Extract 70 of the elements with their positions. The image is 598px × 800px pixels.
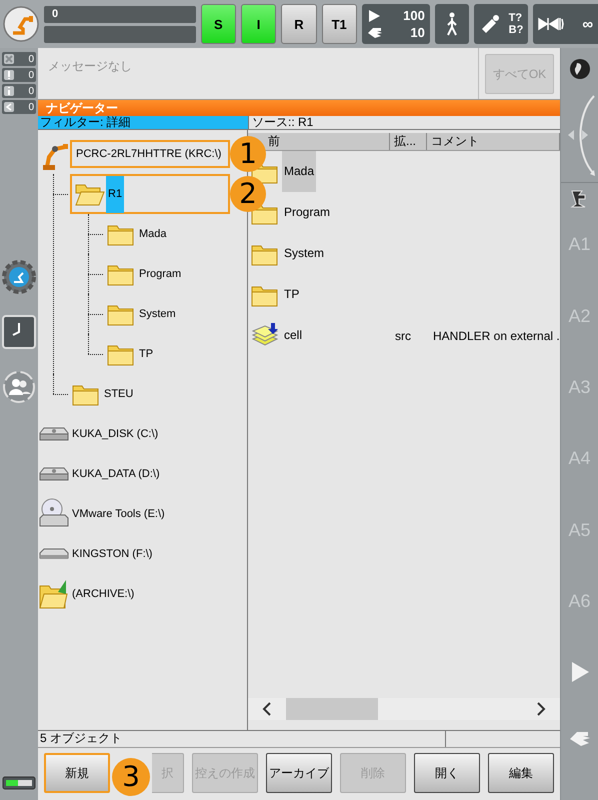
column-header[interactable]: 前 [268,134,280,148]
tree-item[interactable]: TP [137,336,156,372]
archive-folder-icon [38,578,70,610]
file-name[interactable]: TP [282,274,302,315]
run-mode: ∞ [582,16,594,32]
error-icon [4,54,14,64]
tree-item[interactable]: R1 [106,176,124,212]
file-name[interactable]: cell [282,315,304,356]
tree-item[interactable]: PCRC-2RL7HHTTRE (KRC:\) [74,136,224,172]
tree-item[interactable]: (ARCHIVE:\) [70,576,136,612]
message-counter[interactable]: 0 [2,68,36,82]
status-key[interactable]: R [281,4,317,44]
file-comment: HANDLER on external . [432,328,560,342]
program-status-field: 0 [44,6,196,22]
tree-item[interactable]: KUKA_DISK (C:\) [70,416,160,452]
hand-icon [366,26,383,38]
run-mode-button[interactable]: ∞ [533,4,598,44]
object-count: 5 オブジェクト [38,731,446,747]
tree-item[interactable]: KUKA_DATA (D:\) [70,456,162,492]
tree-item[interactable]: VMware Tools (E:\) [70,496,167,532]
column-header[interactable]: 拡... [394,134,416,148]
battery-icon [2,776,36,790]
warning-icon [4,70,14,80]
status-key[interactable]: I [240,4,276,44]
action-button[interactable]: アーカイブ [266,753,332,793]
users-icon[interactable] [2,370,36,404]
message-counter[interactable]: 0 [2,100,36,114]
step-badge: 1 [230,136,266,172]
file-extension: src [394,328,412,342]
tree-item[interactable]: KINGSTON (F:\) [70,536,154,572]
jog-mode-button[interactable] [434,4,470,44]
robot-logo-icon[interactable] [3,6,39,42]
play-icon [366,8,381,22]
tool-label: T? [508,12,524,24]
jog-override: 10 [409,25,425,40]
message-counter[interactable]: 0 [2,84,36,98]
base-label: B? [508,24,524,36]
step-arrows-icon [538,17,564,31]
action-button[interactable]: 編集 [488,753,554,793]
navigator-title: ナビゲーター [38,100,560,116]
status-key[interactable]: T1 [322,4,357,44]
file-name[interactable]: Program [282,192,332,233]
dialog-icon [4,102,14,112]
globe-icon[interactable] [568,58,590,80]
module-file-icon [251,322,279,348]
robot-gear-icon[interactable] [2,260,36,294]
column-header[interactable]: コメント [431,134,479,148]
tree-item[interactable]: Mada [137,216,169,252]
step-badge: 3 [112,758,150,796]
override-button[interactable]: 100 10 [362,4,430,44]
tree-item[interactable]: STEU [102,376,136,412]
file-name[interactable]: System [282,233,326,274]
file-name[interactable]: Mada [282,151,316,192]
filter-label: フィルター: 詳細 [38,116,248,129]
tool-base-button[interactable]: T? B? [474,4,528,44]
tree-item[interactable]: Program [137,256,184,292]
scrollbar[interactable] [248,698,560,720]
message-text: メッセージなし [38,48,479,99]
chevron-left-icon[interactable] [262,702,272,716]
step-badge: 2 [230,176,266,212]
chevron-right-icon[interactable] [536,702,546,716]
tree-item[interactable]: System [137,296,178,332]
removable-drive-icon [38,547,70,561]
action-button[interactable]: 開く [414,753,480,793]
message-counter[interactable]: 0 [2,52,36,66]
action-button[interactable]: 新規 [44,753,110,793]
info-icon [4,86,14,96]
status-key[interactable]: S [200,4,236,44]
program-override: 100 [402,8,425,23]
clock-icon[interactable] [2,315,36,349]
